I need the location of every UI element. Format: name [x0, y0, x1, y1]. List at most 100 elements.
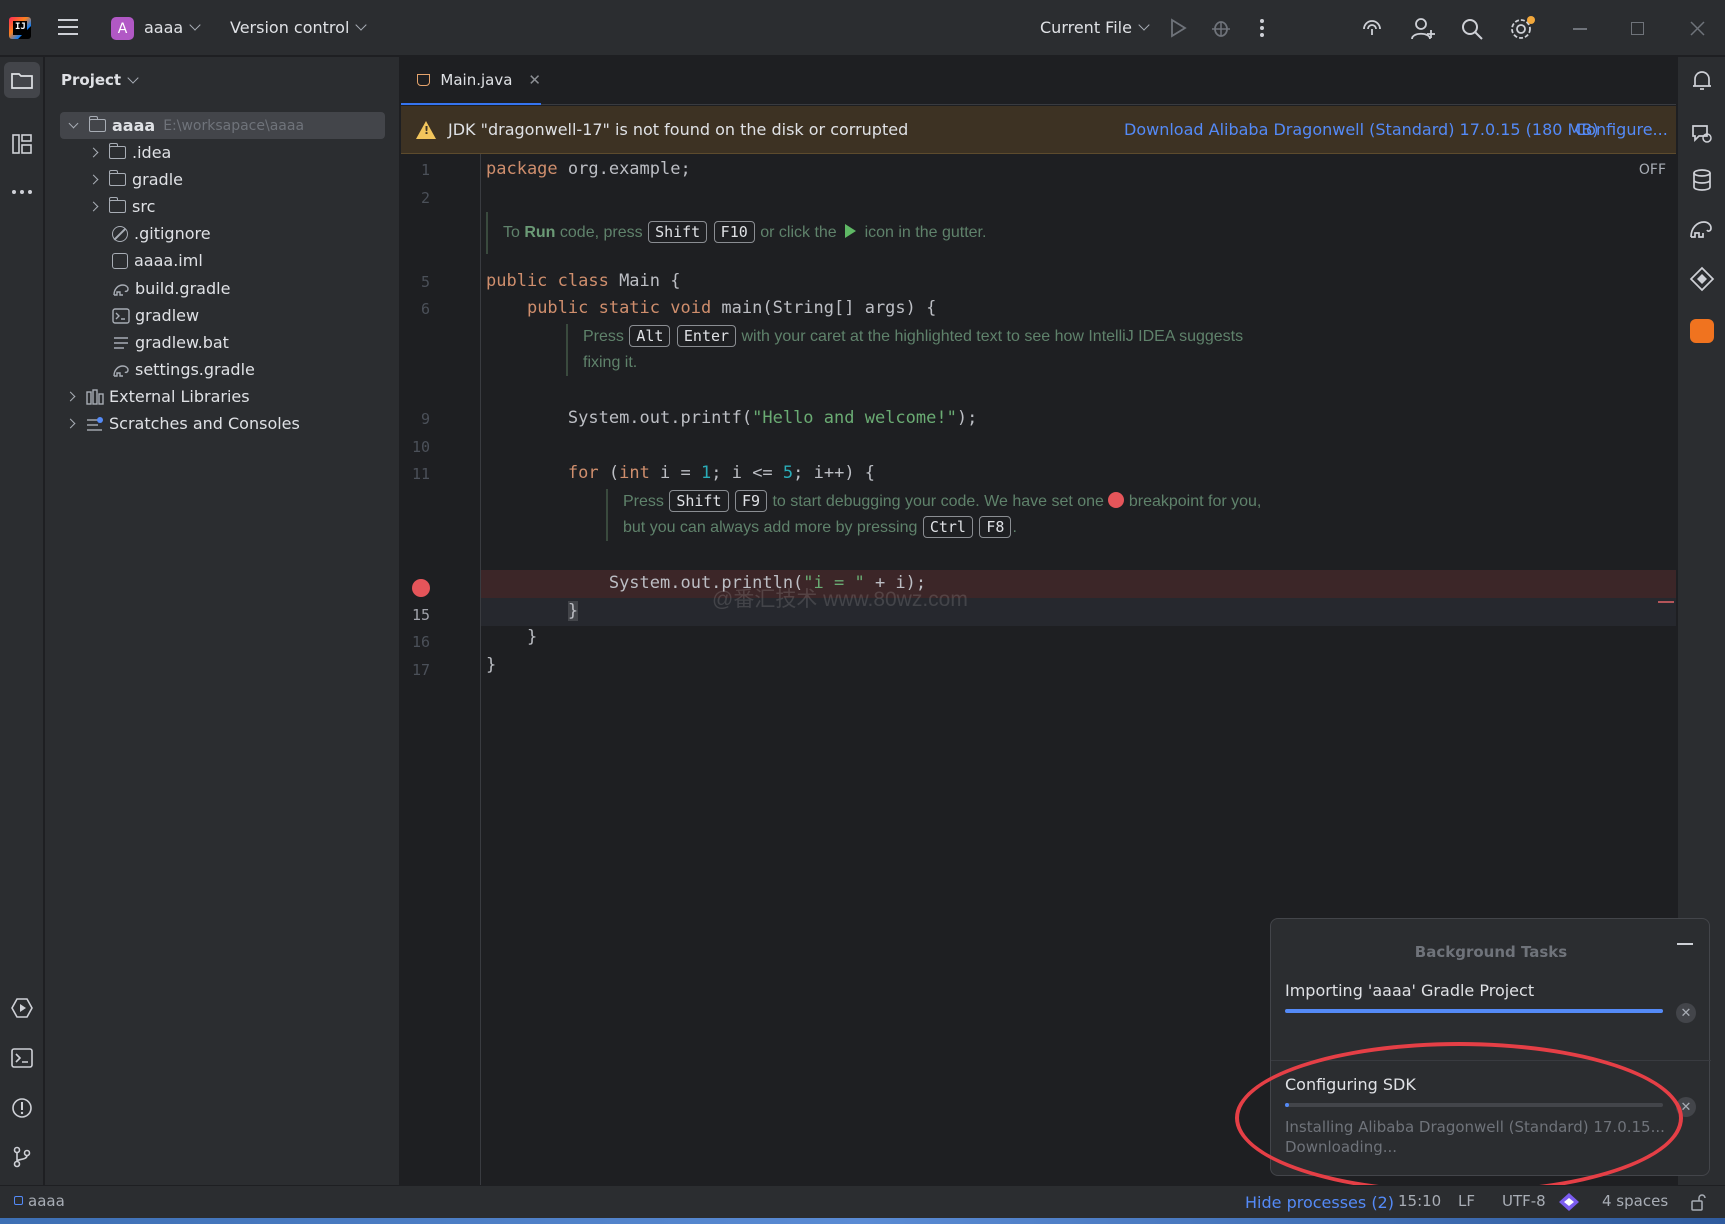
configure-jdk-link[interactable]: Configure...	[1575, 120, 1668, 139]
code-line-1: package org.example;	[486, 159, 691, 179]
hide-processes-link[interactable]: Hide processes (2)	[1245, 1193, 1394, 1212]
lock-icon[interactable]	[1690, 1193, 1706, 1211]
folder-icon	[11, 73, 33, 89]
maximize-button[interactable]	[1631, 22, 1644, 35]
indent-setting[interactable]: 4 spaces	[1602, 1192, 1668, 1210]
notifications-bell-icon[interactable]	[1690, 68, 1714, 92]
tree-item-gitignore[interactable]: .gitignore	[112, 220, 211, 247]
tree-item-external-libraries[interactable]: External Libraries	[65, 383, 250, 410]
main-menu-icon[interactable]	[58, 19, 78, 37]
line-number: 2	[420, 189, 430, 207]
tree-item-scratches[interactable]: Scratches and Consoles	[65, 410, 300, 437]
tree-item-gradle[interactable]: gradle	[88, 166, 183, 193]
maven-icon[interactable]	[1689, 266, 1715, 292]
jdk-warning-text: JDK "dragonwell-17" is not found on the …	[448, 120, 909, 139]
task2-status: Downloading...	[1285, 1138, 1398, 1156]
cancel-task1-button[interactable]: ✕	[1676, 1003, 1696, 1023]
debug-icon[interactable]	[1210, 17, 1232, 39]
project-tool-button[interactable]	[4, 62, 40, 98]
minimize-popup-button[interactable]	[1677, 943, 1693, 945]
tree-item-build-gradle[interactable]: build.gradle	[112, 275, 230, 302]
tree-root-aaaa[interactable]: aaaa E:\worksapace\aaaa	[60, 112, 385, 139]
search-icon[interactable]	[1460, 17, 1484, 41]
tree-item-gradlew[interactable]: gradlew	[112, 302, 199, 329]
error-stripe-mark[interactable]	[1658, 601, 1674, 603]
chevron-down-icon	[189, 19, 201, 31]
terminal-tool-button[interactable]	[4, 1040, 40, 1076]
editor-gutter[interactable]: 1 2 5 6 9 10 11 15 16 17	[401, 154, 481, 1185]
collapse-arrow-icon[interactable]	[65, 418, 76, 429]
git-tool-button[interactable]	[4, 1139, 40, 1175]
expand-arrow-icon[interactable]	[68, 118, 79, 129]
file-encoding[interactable]: UTF-8	[1502, 1192, 1546, 1210]
code-with-me-icon[interactable]	[1410, 16, 1436, 42]
run-icon[interactable]	[1168, 18, 1188, 38]
close-tab-icon[interactable]: ✕	[528, 71, 541, 89]
status-project[interactable]: aaaa	[28, 1192, 65, 1210]
java-file-icon	[417, 74, 431, 86]
line-number: 11	[411, 465, 430, 483]
ai-assistant-icon[interactable]	[1360, 17, 1384, 41]
breakpoint-icon[interactable]	[412, 579, 430, 597]
folder-icon	[108, 197, 126, 213]
close-window-button[interactable]	[1690, 21, 1705, 36]
tree-item-iml[interactable]: aaaa.iml	[112, 247, 203, 274]
tree-item-label: gradle	[132, 170, 183, 189]
title-bar: IJ A aaaa Version control Current File	[0, 0, 1725, 56]
tree-item-label: gradlew	[135, 306, 200, 325]
project-switcher[interactable]: aaaa	[144, 18, 201, 37]
ai-status-icon[interactable]	[1558, 1192, 1580, 1212]
run-gutter-icon	[845, 224, 857, 238]
vcs-menu[interactable]: Version control	[230, 18, 368, 37]
tree-item-label: Scratches and Consoles	[109, 414, 300, 433]
minimize-button[interactable]	[1573, 28, 1587, 30]
folder-icon	[108, 143, 126, 159]
caret-position[interactable]: 15:10	[1398, 1192, 1441, 1210]
tree-item-gradlew-bat[interactable]: gradlew.bat	[112, 329, 229, 356]
tab-label: Main.java	[440, 71, 513, 89]
task-divider	[1271, 1060, 1711, 1061]
collapse-arrow-icon[interactable]	[88, 147, 99, 158]
problems-tool-button[interactable]	[4, 1090, 40, 1126]
project-avatar[interactable]: A	[111, 17, 134, 40]
line-number: 10	[411, 438, 430, 456]
script-file-icon	[112, 307, 130, 324]
structure-tool-button[interactable]	[4, 126, 40, 162]
tree-item-idea[interactable]: .idea	[88, 139, 171, 166]
debug-hint: Press Shift F9 to start debugging your c…	[606, 489, 1261, 541]
tree-item-src[interactable]: src	[88, 193, 155, 220]
collapse-arrow-icon[interactable]	[65, 391, 76, 402]
cancel-task2-button[interactable]: ✕	[1676, 1097, 1696, 1117]
intention-hint: Press Alt Enter with your caret at the h…	[566, 324, 1243, 376]
tree-item-settings-gradle[interactable]: settings.gradle	[112, 356, 255, 383]
collapse-arrow-icon[interactable]	[88, 201, 99, 212]
left-tool-strip	[0, 57, 44, 1185]
folder-icon	[108, 170, 126, 186]
project-panel-header[interactable]: Project	[61, 71, 139, 89]
intellij-logo-icon[interactable]: IJ	[9, 17, 31, 39]
settings-gear-icon[interactable]	[1509, 15, 1537, 43]
os-taskbar-edge	[0, 1218, 1725, 1224]
line-number: 6	[420, 300, 430, 318]
module-icon	[14, 1196, 23, 1205]
database-icon[interactable]	[1690, 168, 1714, 192]
project-name: aaaa	[144, 18, 184, 37]
gradle-file-icon	[113, 283, 129, 296]
task2-name: Configuring SDK	[1285, 1075, 1416, 1094]
more-tools-button[interactable]	[4, 174, 40, 210]
more-actions-icon[interactable]	[1258, 18, 1266, 38]
tab-main-java[interactable]: Main.java ✕	[401, 57, 541, 105]
chevron-down-icon	[127, 71, 139, 84]
line-separator[interactable]: LF	[1458, 1192, 1475, 1210]
run-config-selector[interactable]: Current File	[1040, 18, 1150, 37]
services-tool-button[interactable]	[4, 990, 40, 1026]
plugin-orange-icon[interactable]	[1690, 319, 1714, 343]
collapse-arrow-icon[interactable]	[88, 174, 99, 185]
ai-chat-icon[interactable]	[1690, 121, 1714, 145]
gradle-icon[interactable]	[1689, 217, 1715, 241]
reader-mode-off-label[interactable]: OFF	[1639, 162, 1666, 178]
download-jdk-link[interactable]: Download Alibaba Dragonwell (Standard) 1…	[1124, 120, 1599, 139]
line-number: 17	[411, 661, 430, 679]
code-line-9: System.out.printf("Hello and welcome!");	[567, 408, 978, 428]
code-line-5: public class Main {	[486, 271, 681, 291]
